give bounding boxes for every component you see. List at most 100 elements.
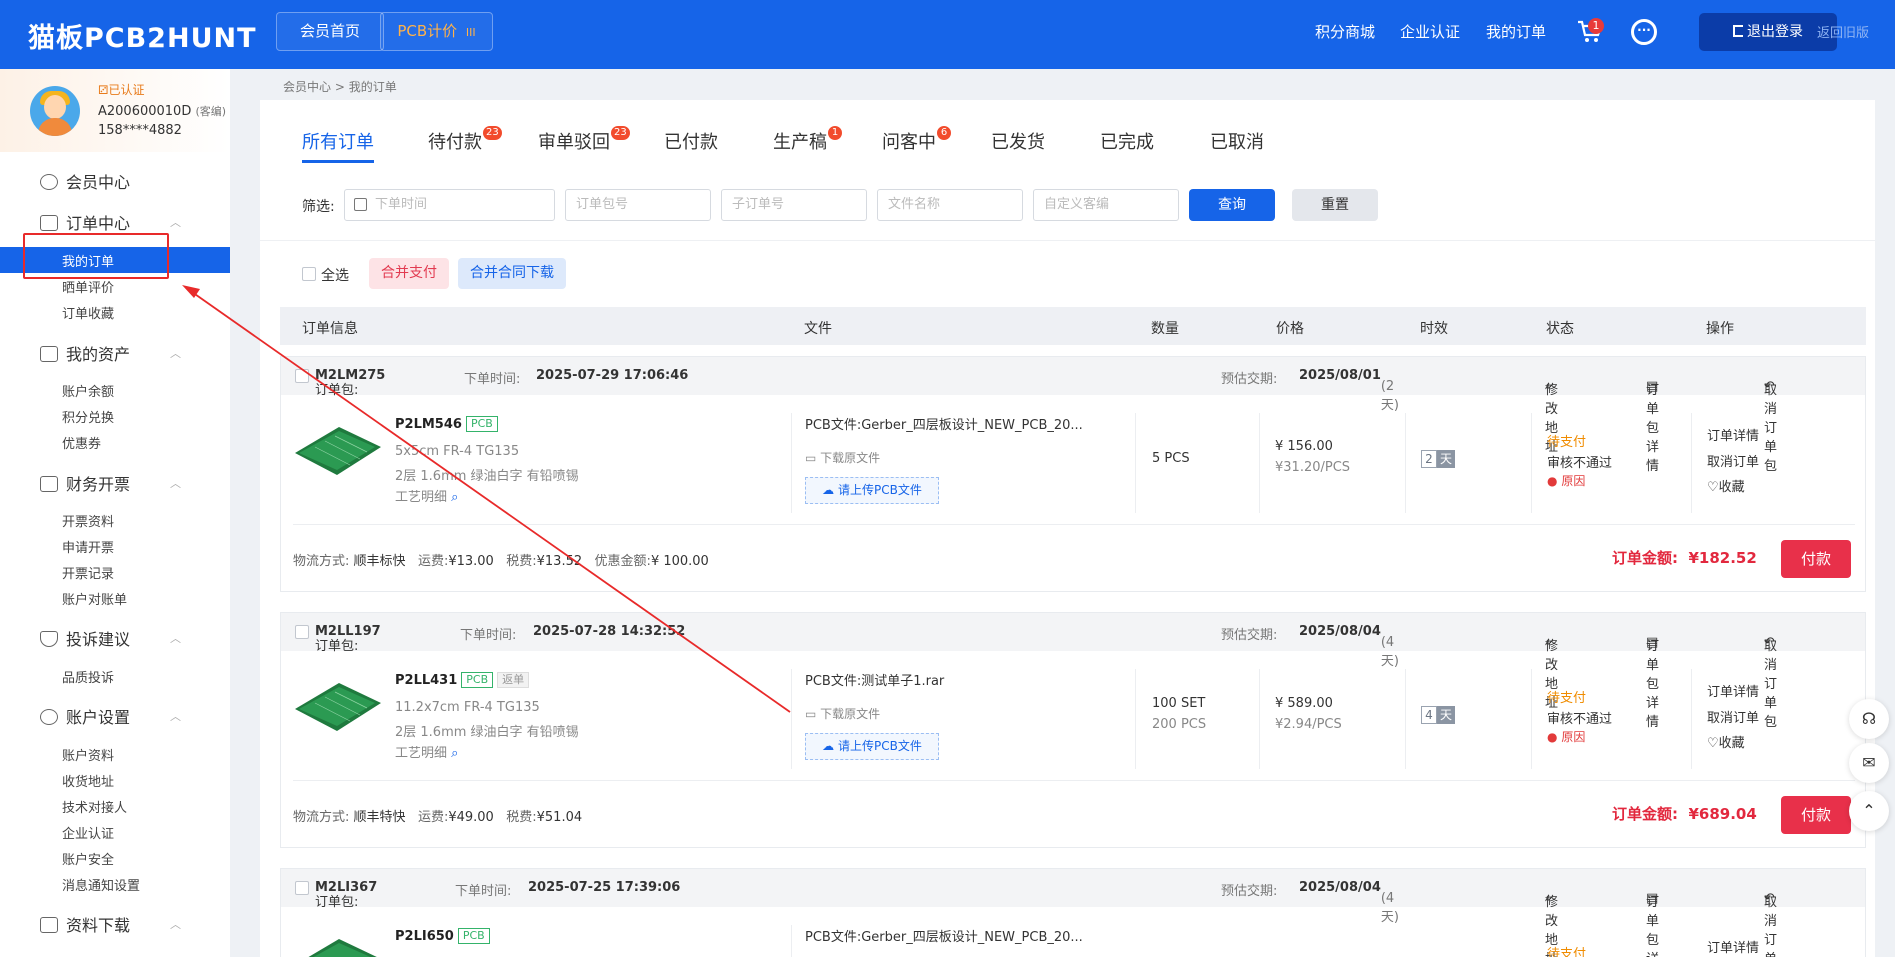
merge-pay-button[interactable]: 合并支付	[369, 258, 449, 289]
tab-cancelled[interactable]: 已取消	[1210, 128, 1264, 154]
select-all-label[interactable]: 全选	[321, 265, 349, 285]
tab-completed[interactable]: 已完成	[1100, 128, 1154, 154]
tab-review-rejected[interactable]: 审单驳回	[538, 128, 610, 154]
member-home-button[interactable]: 会员首页	[276, 12, 384, 51]
verified-icon: ⚂	[98, 83, 109, 97]
upload-pcb-button[interactable]: ☁ 请上传PCB文件	[805, 733, 939, 760]
download-source-link[interactable]: ▭ 下载原文件	[805, 705, 880, 722]
favorite-link[interactable]: ♡收藏	[1707, 732, 1745, 751]
sidebar-account-settings[interactable]: 账户设置	[40, 704, 130, 728]
query-button[interactable]: 查询	[1189, 189, 1275, 221]
pay-button[interactable]: 付款	[1781, 540, 1851, 578]
site-logo[interactable]: 猫板PCB2HUNT	[28, 16, 257, 55]
chevron-up-icon[interactable]: ︿	[170, 708, 181, 724]
order-card: 订单包: M2LI367 下单时间: 2025-07-25 17:39:06 预…	[280, 868, 1866, 957]
sidebar-member-center[interactable]: 会员中心	[40, 169, 130, 193]
top-icon[interactable]: ⌃	[1849, 791, 1889, 831]
breadcrumb-member-center[interactable]: 会员中心	[283, 80, 331, 94]
sidebar-item-statement[interactable]: 账户对账单	[62, 589, 127, 608]
chevron-up-icon[interactable]: ︿	[170, 475, 181, 491]
package-no-input[interactable]: 订单包号	[565, 189, 711, 221]
chat-icon[interactable]: ···	[1631, 19, 1657, 45]
headset-icon[interactable]: ☊	[1849, 699, 1889, 739]
reset-button[interactable]: 重置	[1292, 189, 1378, 221]
part-number[interactable]: P2LM546 PCB	[395, 416, 498, 432]
chevron-up-icon[interactable]: ︿	[170, 916, 181, 932]
breadcrumb-my-orders: 我的订单	[348, 80, 397, 94]
order-time-input[interactable]: 下单时间	[344, 189, 555, 221]
craft-details-link[interactable]: 工艺明细 ⌕	[395, 742, 458, 761]
part-number[interactable]: P2LI650 PCB	[395, 928, 490, 944]
custom-code-input[interactable]: 自定义客编	[1033, 189, 1179, 221]
favorite-link[interactable]: ♡收藏	[1707, 476, 1745, 495]
nav-enterprise-auth[interactable]: 企业认证	[1400, 0, 1460, 69]
cancel-order-link[interactable]: 取消订单	[1707, 451, 1759, 470]
sidebar-item-coupons[interactable]: 优惠券	[62, 433, 101, 452]
craft-details-link[interactable]: 工艺明细 ⌕	[395, 486, 458, 505]
heart-icon: ♡	[1707, 736, 1719, 751]
order-detail-link[interactable]: 订单详情	[1707, 681, 1759, 700]
sidebar-item-invoice-records[interactable]: 开票记录	[62, 563, 114, 582]
order-detail-link[interactable]: 订单详情	[1707, 937, 1759, 956]
sidebar-complaints[interactable]: 投诉建议	[40, 626, 130, 650]
message-icon[interactable]: ✉	[1849, 743, 1889, 783]
select-all-checkbox[interactable]	[302, 267, 316, 281]
pcb-thumbnail[interactable]	[295, 937, 381, 957]
chevron-up-icon[interactable]: ︿	[170, 345, 181, 361]
cancel-order-link[interactable]: 取消订单	[1707, 707, 1759, 726]
download-source-link[interactable]: ▭ 下载原文件	[805, 449, 880, 466]
file-name-input[interactable]: 文件名称	[877, 189, 1023, 221]
part-number[interactable]: P2LL431 PCB 返单	[395, 672, 530, 688]
reason-link[interactable]: ● 原因	[1547, 472, 1585, 489]
tab-shipped[interactable]: 已发货	[991, 128, 1045, 154]
chevron-up-icon[interactable]: ︿	[170, 630, 181, 646]
order-time: 2025-07-25 17:39:06	[528, 880, 681, 895]
tab-inquiry[interactable]: 问客中	[882, 128, 936, 154]
sidebar-item-account-info[interactable]: 账户资料	[62, 745, 114, 764]
sidebar-item-order-favorites[interactable]: 订单收藏	[62, 303, 114, 322]
sidebar-item-reviews[interactable]: 晒单评价	[62, 277, 114, 296]
sidebar-order-center[interactable]: 订单中心	[40, 210, 130, 234]
nav-my-orders[interactable]: 我的订单	[1486, 0, 1546, 69]
tab-production-draft[interactable]: 生产稿	[773, 128, 827, 154]
search-icon: ⌕	[451, 746, 459, 761]
order-checkbox[interactable]	[295, 881, 309, 895]
old-version-link[interactable]: 返回旧版	[1817, 22, 1869, 41]
sidebar-item-apply-invoice[interactable]: 申请开票	[62, 537, 114, 556]
order-detail-link[interactable]: 订单详情	[1707, 425, 1759, 444]
sidebar-item-balance[interactable]: 账户余额	[62, 381, 114, 400]
sidebar-finance[interactable]: 财务开票	[40, 471, 130, 495]
sidebar-item-address[interactable]: 收货地址	[62, 771, 114, 790]
pcb-thumbnail[interactable]	[295, 425, 381, 477]
order-checkbox[interactable]	[295, 625, 309, 639]
sidebar-item-security[interactable]: 账户安全	[62, 849, 114, 868]
sidebar-item-notifications[interactable]: 消息通知设置	[62, 875, 140, 894]
pay-button[interactable]: 付款	[1781, 796, 1851, 834]
sidebar-item-tech-contact[interactable]: 技术对接人	[62, 797, 127, 816]
sidebar-item-invoice-info[interactable]: 开票资料	[62, 511, 114, 530]
chevron-up-icon[interactable]: ︿	[170, 214, 181, 230]
avatar[interactable]	[30, 86, 80, 136]
spec-size: 11.2x7cm FR-4 TG135	[395, 700, 540, 715]
suborder-no-input[interactable]: 子订单号	[721, 189, 867, 221]
tab-badge: 23	[483, 126, 502, 140]
sidebar-downloads[interactable]: 资料下载	[40, 912, 130, 936]
pcb-thumbnail[interactable]	[295, 681, 381, 733]
contract-download-button[interactable]: 合并合同下载	[458, 258, 566, 289]
divider	[260, 240, 1875, 241]
pcb-quote-button[interactable]: PCB计价 III	[380, 12, 493, 51]
sidebar-my-assets[interactable]: 我的资产	[40, 341, 130, 365]
tab-paid[interactable]: 已付款	[664, 128, 718, 154]
sidebar-item-quality-complaint[interactable]: 品质投诉	[62, 667, 114, 686]
tab-pending-payment[interactable]: 待付款	[428, 128, 482, 154]
sidebar-item-enterprise-auth[interactable]: 企业认证	[62, 823, 114, 842]
order-checkbox[interactable]	[295, 369, 309, 383]
reason-link[interactable]: ● 原因	[1547, 728, 1585, 745]
table-header: 订单信息 文件 数量 价格 时效 状态 操作	[280, 307, 1866, 345]
tab-badge: 1	[828, 126, 842, 140]
tab-all-orders[interactable]: 所有订单	[302, 128, 374, 154]
upload-pcb-button[interactable]: ☁ 请上传PCB文件	[805, 477, 939, 504]
tab-active-indicator	[302, 160, 374, 163]
nav-points-mall[interactable]: 积分商城	[1315, 0, 1375, 69]
sidebar-item-points[interactable]: 积分兑换	[62, 407, 114, 426]
